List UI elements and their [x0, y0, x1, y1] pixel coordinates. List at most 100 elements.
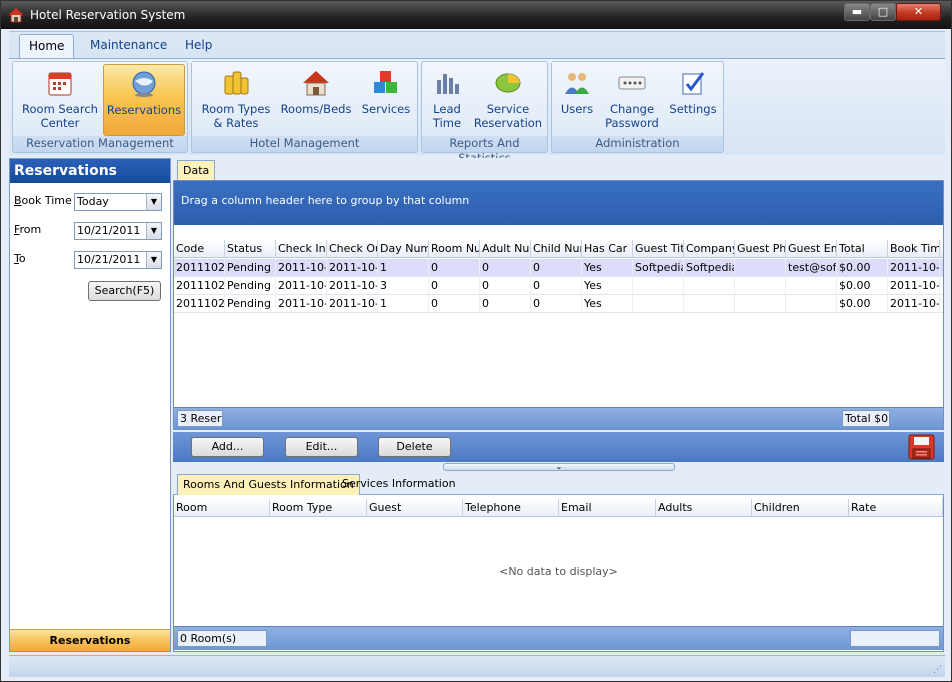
edit-button[interactable]: Edit... — [285, 437, 358, 457]
table-cell: Softpedia — [684, 259, 735, 277]
rooms-col-header[interactable]: Telephone — [463, 499, 559, 517]
lead-time-button[interactable]: Lead Time — [426, 64, 468, 136]
reservations-col-header[interactable]: Day Num — [378, 240, 429, 258]
settings-button[interactable]: Settings — [666, 64, 720, 136]
reservations-col-header[interactable]: Guest Titl — [633, 240, 684, 258]
table-cell: 2011-10-2 — [888, 295, 940, 313]
book-time-label-rest: ook Time — [21, 194, 72, 207]
table-cell: Pending — [225, 295, 276, 313]
table-cell: 0 — [480, 295, 531, 313]
rooms-col-header[interactable]: Room Type — [270, 499, 367, 517]
room-count: 0 Room(s) — [177, 630, 267, 647]
to-label-rest: o — [18, 252, 26, 265]
group-label-reports: Reports And Statistics — [422, 136, 547, 165]
table-cell: Softpedia — [633, 259, 684, 277]
tab-home[interactable]: Home — [19, 34, 75, 58]
search-button[interactable]: Search(F5) — [88, 281, 161, 301]
services-label: Services — [361, 102, 411, 116]
reservations-col-header[interactable]: Has Car — [582, 240, 633, 258]
reservations-col-header[interactable]: Book Time — [888, 240, 940, 258]
reservation-count: 3 Reserv — [177, 410, 223, 427]
reservations-col-header[interactable]: Code — [174, 240, 225, 258]
table-cell — [684, 295, 735, 313]
table-cell: $0.00 — [837, 295, 888, 313]
table-cell: 0 — [480, 277, 531, 295]
rooms-col-header[interactable]: Email — [559, 499, 656, 517]
rooms-beds-label: Rooms/Beds — [280, 102, 352, 116]
rooms-col-header[interactable]: Adults — [656, 499, 752, 517]
table-row[interactable]: 20111021Pending2011-10-2011-10-21000YesS… — [174, 259, 943, 277]
rooms-col-header[interactable]: Room — [174, 499, 270, 517]
app-window: Hotel Reservation System ▬ □ ✕ Home Main… — [0, 0, 952, 682]
add-button[interactable]: Add... — [191, 437, 264, 457]
to-date-picker[interactable]: 10/21/2011 ▼ — [74, 251, 162, 269]
from-date-picker[interactable]: 10/21/2011 ▼ — [74, 222, 162, 240]
rooms-col-header[interactable]: Children — [752, 499, 849, 517]
change-password-label-2: Password — [605, 116, 659, 130]
services-button[interactable]: Services — [356, 64, 416, 136]
change-password-label-1: Change — [609, 102, 655, 116]
chevron-down-icon[interactable]: ▼ — [146, 194, 161, 210]
change-password-button[interactable]: Change Password — [602, 64, 662, 136]
table-row[interactable]: 20111021Pending2011-10-2011-10-23000Yes$… — [174, 277, 943, 295]
reservations-col-header[interactable]: Total — [837, 240, 888, 258]
maximize-button[interactable]: □ — [870, 3, 896, 21]
rooms-beds-button[interactable]: Rooms/Beds — [278, 64, 354, 136]
chevron-down-icon[interactable]: ▼ — [146, 252, 161, 268]
group-by-panel[interactable]: Drag a column header here to group by th… — [174, 181, 943, 225]
room-search-label-1: Room Search — [22, 102, 98, 116]
main-area: Data Drag a column header here to group … — [173, 158, 945, 652]
rooms-grid-footer: 0 Room(s) — [174, 626, 943, 650]
rooms-col-header[interactable]: Rate — [849, 499, 943, 517]
rooms-grid-header: Room Room Type Guest Telephone Email Adults Ch… — [174, 499, 943, 517]
total-summary: Total $0. — [842, 410, 890, 427]
grid-footer: 3 Reserv Total $0. — [174, 407, 943, 429]
table-cell: 2011-10- — [276, 277, 327, 295]
save-icon[interactable] — [908, 434, 935, 460]
settings-icon — [682, 72, 705, 95]
tab-maintenance[interactable]: Maintenance — [81, 34, 176, 58]
reservations-col-header[interactable]: Guest Pho — [735, 240, 786, 258]
minimize-button[interactable]: ▬ — [844, 3, 870, 21]
settings-label: Settings — [669, 102, 717, 116]
room-types-rates-button[interactable]: Room Types & Rates — [198, 64, 274, 136]
table-cell — [735, 295, 786, 313]
reservations-col-header[interactable]: Adult Nun — [480, 240, 531, 258]
close-button[interactable]: ✕ — [896, 3, 941, 21]
chevron-down-icon[interactable]: ▼ — [146, 223, 161, 239]
room-search-center-button[interactable]: Room Search Center — [19, 64, 101, 136]
reservations-col-header[interactable]: Company — [684, 240, 735, 258]
tab-help[interactable]: Help — [176, 34, 221, 58]
title-bar[interactable]: Hotel Reservation System ▬ □ ✕ — [1, 1, 951, 29]
book-time-select[interactable]: Today ▼ — [74, 193, 162, 211]
rooms-guests-grid: Room Room Type Guest Telephone Email Adults Ch… — [173, 495, 944, 652]
rooms-col-header[interactable]: Guest — [367, 499, 463, 517]
resize-grip-icon[interactable]: ⋰ — [933, 665, 943, 675]
reservations-col-header[interactable]: Check Ou — [327, 240, 378, 258]
reservations-nav-button[interactable]: Reservations — [10, 629, 170, 651]
table-cell: 0 — [531, 277, 582, 295]
delete-button[interactable]: Delete — [378, 437, 451, 457]
coins-icon — [224, 71, 249, 95]
reservations-col-header[interactable]: Guest Em — [786, 240, 837, 258]
window-title: Hotel Reservation System — [30, 8, 186, 22]
table-cell: Pending — [225, 277, 276, 295]
room-types-label-2: & Rates — [213, 116, 259, 130]
table-cell: 20111021 — [174, 259, 225, 277]
service-reservation-button[interactable]: Service Reservation — [472, 64, 544, 136]
book-time-value: Today — [77, 195, 109, 208]
table-cell — [786, 295, 837, 313]
tab-rooms-guests[interactable]: Rooms And Guests Information — [177, 474, 360, 495]
group-reservation-management: Room Search Center Reservations Reservat… — [12, 61, 188, 153]
tab-data[interactable]: Data — [177, 160, 216, 180]
reservations-col-header[interactable]: Check In — [276, 240, 327, 258]
users-button[interactable]: Users — [556, 64, 598, 136]
splitter-handle[interactable]: ⌄ — [443, 463, 675, 471]
reservations-col-header[interactable]: Room Nur — [429, 240, 480, 258]
reservations-col-header[interactable]: Status — [225, 240, 276, 258]
to-label: To — [14, 252, 26, 265]
reservations-col-header[interactable]: Child Num — [531, 240, 582, 258]
tab-services-information[interactable]: Services Information — [337, 474, 461, 495]
reservations-button[interactable]: Reservations — [103, 64, 185, 136]
table-row[interactable]: 20111021Pending2011-10-2011-10-21000Yes$… — [174, 295, 943, 313]
